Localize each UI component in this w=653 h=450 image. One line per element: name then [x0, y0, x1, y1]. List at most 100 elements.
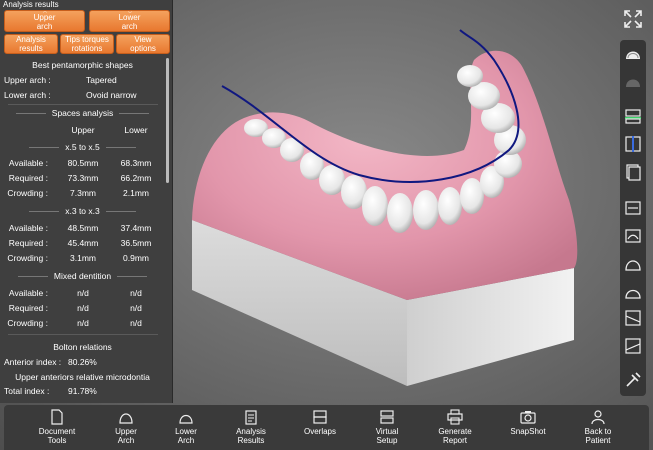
snapshot-label: SnapShot	[510, 427, 546, 436]
overlaps-nav-button[interactable]: Overlaps	[290, 409, 350, 436]
lower-arch-nav-button[interactable]: Lower Arch	[156, 409, 216, 445]
patient-icon	[591, 410, 605, 425]
upper-arch-icon	[119, 413, 133, 424]
lower-arch-nav-label: Lower Arch	[175, 427, 197, 445]
document-icon	[51, 409, 63, 425]
lower-arch-shape-row: Lower arch : Ovoid narrow	[0, 90, 165, 102]
lower-value: n/d	[130, 318, 142, 328]
dental-model-viewport[interactable]	[174, 0, 618, 404]
lower-value: 0.9mm	[123, 253, 149, 263]
lower-outline-icon[interactable]	[623, 282, 643, 302]
total-index-label: Total index :	[4, 386, 50, 396]
table-row: Crowding : 3.1mm 0.9mm	[0, 253, 165, 265]
back-to-patient-button[interactable]: Back to Patient	[568, 409, 628, 445]
panel-title: Analysis results	[3, 0, 59, 9]
lower-arch-icon	[179, 414, 193, 424]
row-label: Available :	[8, 288, 48, 298]
table-row: Required : 73.3mm 66.2mm	[0, 173, 165, 185]
table-row: Required : n/d n/d	[0, 303, 165, 315]
lower-section-icon[interactable]	[623, 336, 643, 356]
microdontia-note: Upper anteriors relative microdontia	[15, 372, 150, 382]
upper-value: 45.4mm	[67, 238, 99, 248]
overlaps-nav-label: Overlaps	[303, 427, 336, 436]
row-label: Required :	[8, 173, 48, 183]
upper-arch-shape-label: Upper arch :	[4, 75, 51, 85]
lower-jaw-icon[interactable]	[623, 226, 643, 246]
right-toolbar	[620, 40, 646, 396]
anterior-index-value: 80.26%	[68, 357, 97, 367]
printer-icon	[447, 409, 463, 425]
upper-arch-icon[interactable]	[623, 44, 643, 64]
tools-icon[interactable]	[623, 370, 643, 390]
upper-jaw-icon[interactable]	[623, 198, 643, 218]
lower-arch-shape-value: Ovoid narrow	[86, 90, 137, 100]
overlaps-icon	[313, 410, 327, 424]
table-row: Available : 48.5mm 37.4mm	[0, 223, 165, 235]
lower-arch-shape-label: Lower arch :	[4, 90, 51, 100]
row-label: Crowding :	[7, 188, 48, 198]
total-index-row: Total index : 91.78%	[0, 386, 165, 398]
row-label: Required :	[8, 303, 48, 313]
upper-arch-nav-label: Upper Arch	[115, 427, 137, 445]
group-title: x.3 to x.3	[0, 206, 165, 216]
upper-value: 80.5mm	[67, 158, 99, 168]
upper-arch-dim-icon[interactable]	[623, 72, 643, 92]
upper-arch-button[interactable]: Upper arch	[4, 10, 85, 32]
table-row: Crowding : n/d n/d	[0, 318, 165, 330]
virtual-setup-icon	[380, 410, 394, 424]
anterior-index-label: Anterior index :	[4, 357, 62, 367]
tab-analysis-results-label: Analysis results	[16, 35, 46, 53]
upper-arch-nav-button[interactable]: Upper Arch	[96, 409, 156, 445]
table-row: Crowding : 7.3mm 2.1mm	[0, 188, 165, 200]
analysis-results-nav-label: Analysis Results	[236, 427, 266, 445]
upper-value: 7.3mm	[70, 188, 96, 198]
table-row: Available : n/d n/d	[0, 288, 165, 300]
group-title-text: Mixed dentition	[53, 271, 112, 281]
tab-view-options-label: View options	[130, 35, 156, 53]
upper-arch-label: Upper arch	[33, 13, 56, 31]
generate-report-button[interactable]: Generate Report	[425, 409, 485, 445]
tab-view-options[interactable]: View options	[116, 34, 170, 54]
spaces-heading: Spaces analysis	[0, 108, 165, 118]
row-label: Crowding :	[7, 318, 48, 328]
row-label: Required :	[8, 238, 48, 248]
tab-analysis-results[interactable]: Analysis results	[4, 34, 58, 54]
upper-value: 48.5mm	[67, 223, 99, 233]
bolton-heading: Bolton relations	[53, 342, 112, 352]
lower-value: n/d	[130, 303, 142, 313]
lower-arch-label: Lower arch	[118, 13, 141, 31]
group-title-text: x.5 to x.5	[65, 142, 100, 152]
anterior-index-row: Anterior index : 80.26%	[0, 357, 165, 369]
pentamorphic-heading: Best pentamorphic shapes	[32, 60, 133, 70]
tab-tips-torques-rotations[interactable]: Tips torques rotations	[60, 34, 114, 54]
spaces-column-headers: Upper Lower	[0, 125, 165, 137]
midline-icon[interactable]	[623, 134, 643, 154]
tab-tips-label: Tips torques rotations	[65, 35, 109, 53]
row-label: Crowding :	[7, 253, 48, 263]
lower-arch-button[interactable]: Lower arch	[89, 10, 170, 32]
lower-value: 68.3mm	[120, 158, 152, 168]
lower-value: 66.2mm	[120, 173, 152, 183]
divider	[8, 104, 158, 105]
expand-icon[interactable]	[622, 8, 644, 30]
panel-scrollbar[interactable]	[166, 58, 169, 183]
clipboard-icon	[245, 410, 257, 425]
document-tools-button[interactable]: Document Tools	[27, 409, 87, 445]
col-upper-header: Upper	[71, 125, 95, 135]
generate-report-label: Generate Report	[438, 427, 472, 445]
upper-value: n/d	[77, 318, 89, 328]
occlusion-plane-icon[interactable]	[623, 106, 643, 126]
group-title: Mixed dentition	[0, 271, 165, 281]
upper-outline-icon[interactable]	[623, 254, 643, 274]
virtual-setup-nav-button[interactable]: Virtual Setup	[357, 409, 417, 445]
layers-icon[interactable]	[623, 162, 643, 182]
upper-arch-shape-value: Tapered	[86, 75, 117, 85]
group-title: x.5 to x.5	[0, 142, 165, 152]
divider	[8, 334, 158, 335]
analysis-results-nav-button[interactable]: Analysis Results	[221, 409, 281, 445]
upper-value: 73.3mm	[67, 173, 99, 183]
upper-arch-shape-row: Upper arch : Tapered	[0, 75, 165, 87]
upper-section-icon[interactable]	[623, 308, 643, 328]
lower-value: n/d	[130, 288, 142, 298]
snapshot-button[interactable]: SnapShot	[498, 409, 558, 436]
